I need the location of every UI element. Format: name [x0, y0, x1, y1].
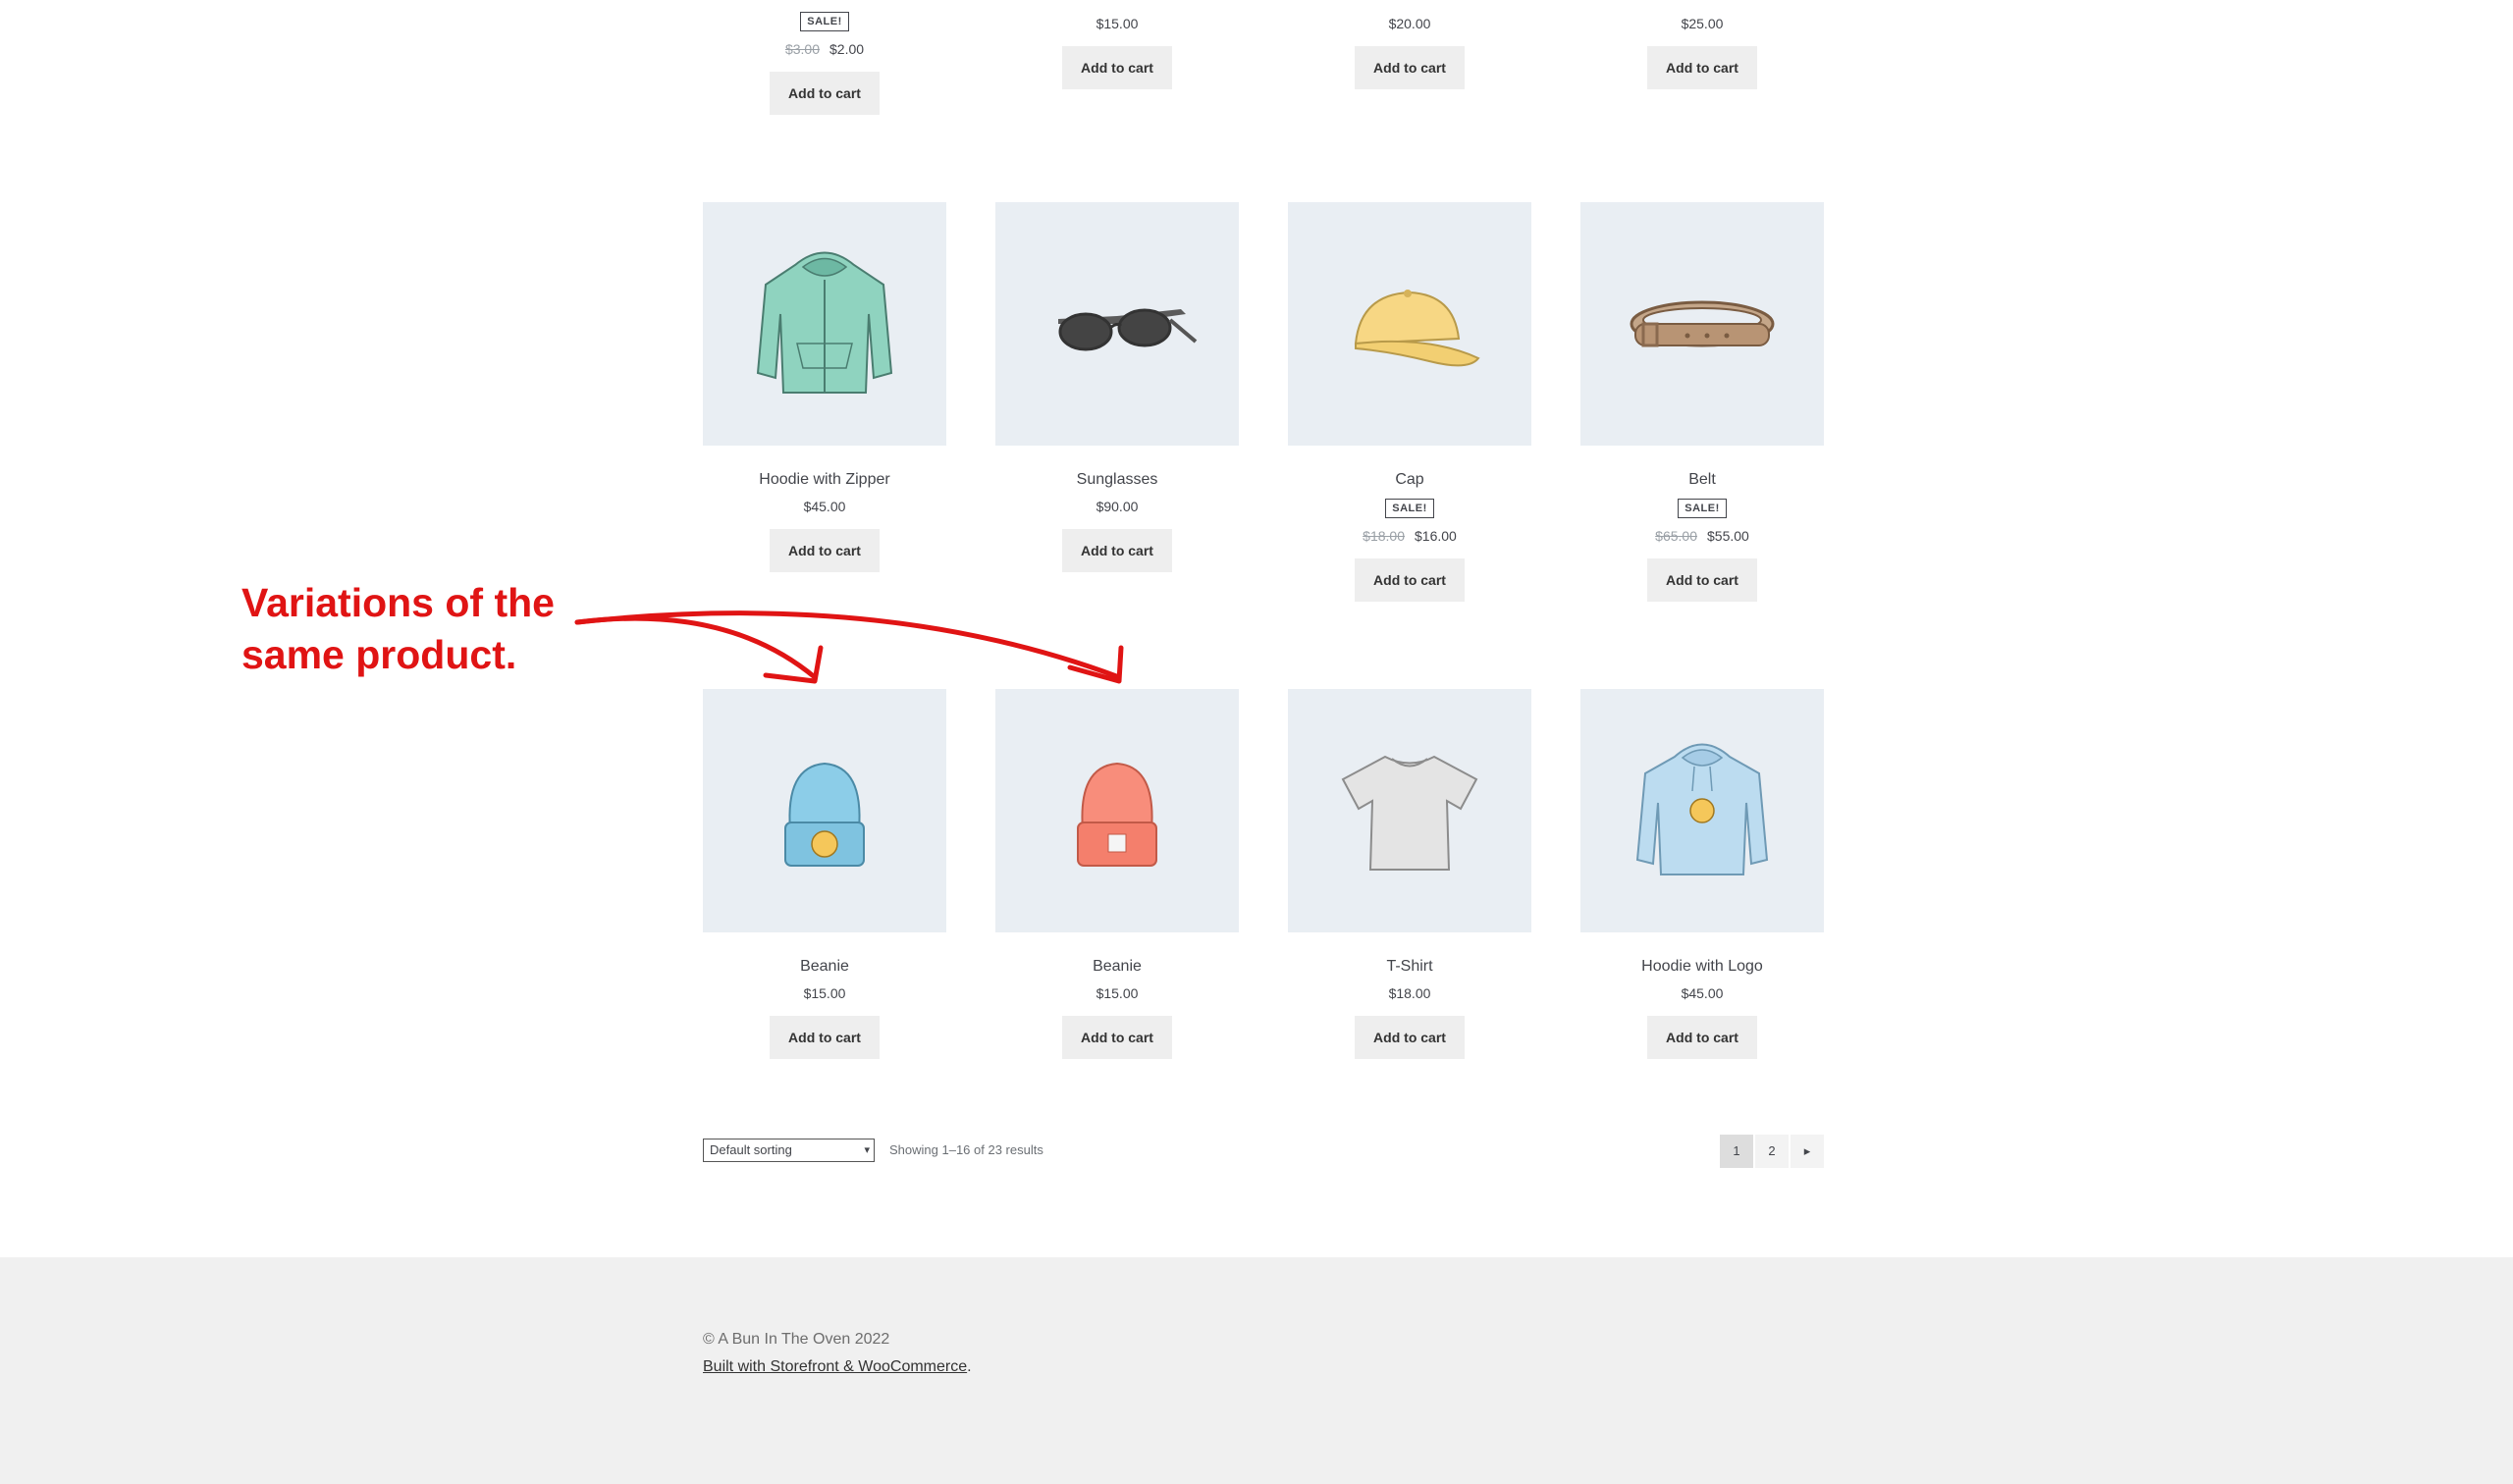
pagination: 1 2 ▸ — [1720, 1135, 1824, 1168]
product-card-partial-1: SALE! $3.00 $2.00 Add to cart — [703, 0, 946, 115]
product-image[interactable] — [703, 202, 946, 446]
product-price: $20.00 — [1388, 16, 1431, 31]
product-card-partial-4: $25.00 Add to cart — [1580, 0, 1824, 89]
product-image[interactable] — [1580, 689, 1824, 932]
product-title[interactable]: Hoodie with Logo — [1580, 958, 1824, 976]
built-suffix: . — [967, 1358, 972, 1375]
current-price: $55.00 — [1707, 528, 1749, 544]
arrow-to-blue-beanie — [574, 615, 818, 680]
annotation-line-2: same product. — [241, 632, 517, 677]
add-to-cart-button[interactable]: Add to cart — [1062, 529, 1172, 572]
product-card-beanie-blue: Beanie $15.00 Add to cart — [703, 689, 946, 1059]
annotation-line-1: Variations of the — [241, 580, 555, 625]
arrowhead-1 — [763, 645, 824, 684]
product-price: $15.00 — [1096, 16, 1139, 31]
old-price: $65.00 — [1655, 528, 1697, 544]
product-card-cap: Cap SALE! $18.00 $16.00 Add to cart — [1288, 202, 1531, 602]
arrow-to-orange-beanie — [574, 610, 1122, 680]
add-to-cart-button[interactable]: Add to cart — [1647, 558, 1757, 602]
product-image[interactable] — [1580, 202, 1824, 446]
product-image[interactable] — [995, 202, 1239, 446]
add-to-cart-button[interactable]: Add to cart — [770, 529, 880, 572]
add-to-cart-button[interactable]: Add to cart — [1062, 46, 1172, 89]
product-price: $18.00 — [1388, 985, 1431, 1001]
result-count: Showing 1–16 of 23 results — [889, 1142, 1043, 1157]
page-2[interactable]: 2 — [1755, 1135, 1789, 1168]
product-price: $15.00 — [1096, 985, 1139, 1001]
product-title[interactable]: Beanie — [703, 958, 946, 976]
product-card-hoodie-logo: Hoodie with Logo $45.00 Add to cart — [1580, 689, 1824, 1059]
old-price: $18.00 — [1363, 528, 1405, 544]
tshirt-icon — [1341, 755, 1478, 871]
product-image[interactable] — [703, 689, 946, 932]
storefront-link[interactable]: Built with Storefront & WooCommerce — [703, 1358, 967, 1375]
arrowhead-2 — [1067, 645, 1124, 684]
product-card-partial-3: $20.00 Add to cart — [1288, 0, 1531, 89]
annotation-text: Variations of the same product. — [241, 577, 555, 681]
add-to-cart-button[interactable]: Add to cart — [770, 1016, 880, 1059]
sale-badge: SALE! — [800, 12, 849, 31]
chevron-down-icon: ▾ — [864, 1144, 870, 1156]
add-to-cart-button[interactable]: Add to cart — [1647, 46, 1757, 89]
site-footer: © A Bun In The Oven 2022 Built with Stor… — [0, 1257, 2513, 1484]
product-price: $18.00 $16.00 — [1288, 528, 1531, 544]
product-title[interactable]: Cap — [1288, 471, 1531, 489]
hoodie-zipper-icon — [756, 251, 893, 394]
cap-icon — [1354, 290, 1480, 367]
product-card-beanie-orange: Beanie $15.00 Add to cart — [995, 689, 1239, 1059]
page-1[interactable]: 1 — [1720, 1135, 1753, 1168]
product-title[interactable]: T-Shirt — [1288, 958, 1531, 976]
built-with: Built with Storefront & WooCommerce. — [703, 1358, 972, 1376]
product-price: $3.00 $2.00 — [703, 41, 946, 57]
add-to-cart-button[interactable]: Add to cart — [1355, 46, 1465, 89]
sorting-select[interactable]: Default sorting ▾ — [703, 1139, 875, 1162]
product-image[interactable] — [1288, 689, 1531, 932]
current-price: $2.00 — [829, 41, 865, 57]
product-image[interactable] — [1288, 202, 1531, 446]
product-price: $15.00 — [803, 985, 846, 1001]
add-to-cart-button[interactable]: Add to cart — [770, 72, 880, 115]
current-price: $16.00 — [1415, 528, 1457, 544]
orange-beanie-icon — [1077, 762, 1157, 867]
add-to-cart-button[interactable]: Add to cart — [1355, 558, 1465, 602]
belt-icon — [1630, 300, 1775, 347]
sorting-select-value: Default sorting — [710, 1142, 792, 1157]
product-card-tshirt: T-Shirt $18.00 Add to cart — [1288, 689, 1531, 1059]
shop-toolbar: Default sorting ▾ Showing 1–16 of 23 res… — [703, 1135, 1824, 1168]
product-title[interactable]: Sunglasses — [995, 471, 1239, 489]
sunglasses-icon — [1058, 308, 1198, 351]
product-price: $45.00 — [1681, 985, 1724, 1001]
copyright: © A Bun In The Oven 2022 — [703, 1331, 890, 1348]
product-price: $90.00 — [1096, 499, 1139, 514]
product-card-partial-2: $15.00 Add to cart — [995, 0, 1239, 89]
add-to-cart-button[interactable]: Add to cart — [1355, 1016, 1465, 1059]
next-page-icon[interactable]: ▸ — [1791, 1135, 1824, 1168]
product-price: $45.00 — [803, 499, 846, 514]
product-image[interactable] — [995, 689, 1239, 932]
product-price: $25.00 — [1681, 16, 1724, 31]
add-to-cart-button[interactable]: Add to cart — [1062, 1016, 1172, 1059]
product-card-hoodie-zipper: Hoodie with Zipper $45.00 Add to cart — [703, 202, 946, 572]
product-card-belt: Belt SALE! $65.00 $55.00 Add to cart — [1580, 202, 1824, 602]
product-card-sunglasses: Sunglasses $90.00 Add to cart — [995, 202, 1239, 572]
product-price: $65.00 $55.00 — [1580, 528, 1824, 544]
product-title[interactable]: Hoodie with Zipper — [703, 471, 946, 489]
sale-badge: SALE! — [1678, 499, 1727, 518]
product-title[interactable]: Beanie — [995, 958, 1239, 976]
sale-badge: SALE! — [1385, 499, 1434, 518]
add-to-cart-button[interactable]: Add to cart — [1647, 1016, 1757, 1059]
hoodie-logo-icon — [1635, 743, 1769, 875]
product-title[interactable]: Belt — [1580, 471, 1824, 489]
blue-beanie-icon — [784, 762, 865, 867]
old-price: $3.00 — [784, 41, 820, 57]
